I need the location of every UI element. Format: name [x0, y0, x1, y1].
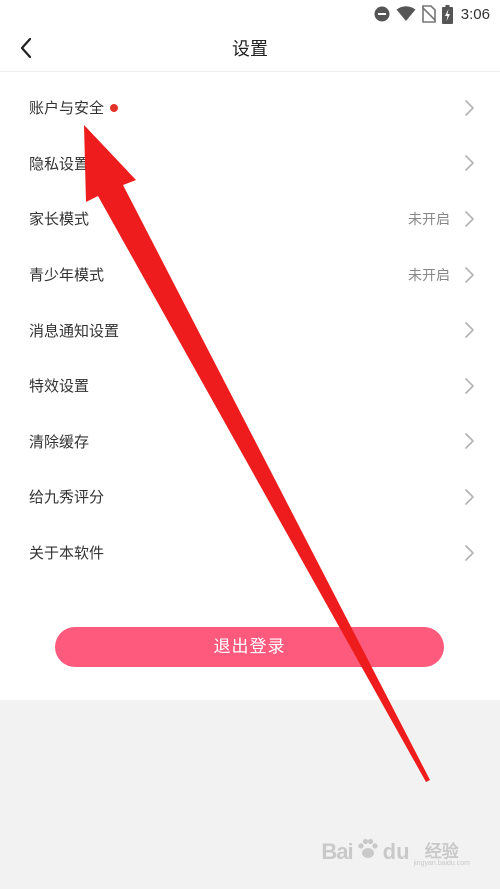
- notification-dot: [110, 103, 118, 112]
- chevron-right-icon: [465, 433, 474, 450]
- settings-screen: 3:06 设置 账户与安全 隐私设置 家长模式 未开启 青少年模式 未开启 消息…: [0, 0, 500, 889]
- settings-item-about[interactable]: 关于本软件: [0, 525, 500, 581]
- battery-charging-icon: [441, 4, 453, 24]
- settings-item-parental-mode[interactable]: 家长模式 未开启: [0, 191, 500, 247]
- watermark-brand: Bai: [321, 838, 353, 864]
- settings-item-label: 家长模式: [29, 210, 90, 229]
- settings-item-label: 关于本软件: [29, 544, 105, 563]
- settings-item-label: 青少年模式: [29, 266, 105, 285]
- status-time: 3:06: [460, 5, 490, 23]
- chevron-right-icon: [465, 544, 474, 561]
- settings-item-status: 未开启: [408, 267, 450, 284]
- settings-item-clear-cache[interactable]: 清除缓存: [0, 414, 500, 470]
- no-sim-icon: [421, 5, 436, 23]
- settings-item-effects[interactable]: 特效设置: [0, 358, 500, 414]
- chevron-right-icon: [465, 489, 474, 505]
- status-bar: 3:06: [0, 0, 500, 28]
- wifi-icon: [396, 6, 416, 22]
- settings-item-account-security[interactable]: 账户与安全: [0, 80, 500, 136]
- settings-item-label: 给九秀评分: [29, 488, 105, 507]
- chevron-right-icon: [465, 322, 474, 338]
- settings-item-label: 隐私设置: [29, 154, 90, 173]
- settings-item-label: 清除缓存: [29, 432, 90, 451]
- settings-item-label: 特效设置: [29, 377, 90, 396]
- settings-item-label: 消息通知设置: [29, 321, 120, 340]
- status-icons: 3:06: [374, 4, 490, 24]
- watermark-text-cn: 经验: [424, 841, 459, 861]
- chevron-left-icon: [19, 37, 33, 63]
- settings-item-status: 未开启: [408, 211, 450, 228]
- paw-icon: [355, 836, 381, 867]
- watermark: Bai du 经验 jingyan.baidu.com: [321, 836, 470, 867]
- chevron-right-icon: [465, 155, 474, 172]
- settings-content: 账户与安全 隐私设置 家长模式 未开启 青少年模式 未开启 消息通知设置 特效设…: [0, 72, 500, 700]
- settings-item-privacy[interactable]: 隐私设置: [0, 136, 500, 192]
- chevron-right-icon: [465, 377, 474, 394]
- header: 设置: [0, 28, 500, 72]
- settings-list: 账户与安全 隐私设置 家长模式 未开启 青少年模式 未开启 消息通知设置 特效设…: [0, 80, 500, 580]
- page-title: 设置: [232, 39, 268, 60]
- settings-item-notifications[interactable]: 消息通知设置: [0, 302, 500, 358]
- watermark-url: jingyan.baidu.com: [413, 859, 470, 867]
- do-not-disturb-icon: [374, 6, 390, 22]
- chevron-right-icon: [465, 211, 474, 227]
- watermark-brand-du: du: [382, 838, 410, 864]
- watermark-text: 经验 jingyan.baidu.com: [414, 837, 470, 867]
- logout-button[interactable]: 退出登录: [55, 627, 444, 667]
- settings-item-teen-mode[interactable]: 青少年模式 未开启: [0, 247, 500, 303]
- chevron-right-icon: [465, 99, 474, 116]
- back-button[interactable]: [8, 32, 44, 68]
- settings-item-rate-app[interactable]: 给九秀评分: [0, 469, 500, 525]
- settings-item-label: 账户与安全: [29, 99, 105, 118]
- chevron-right-icon: [465, 266, 474, 283]
